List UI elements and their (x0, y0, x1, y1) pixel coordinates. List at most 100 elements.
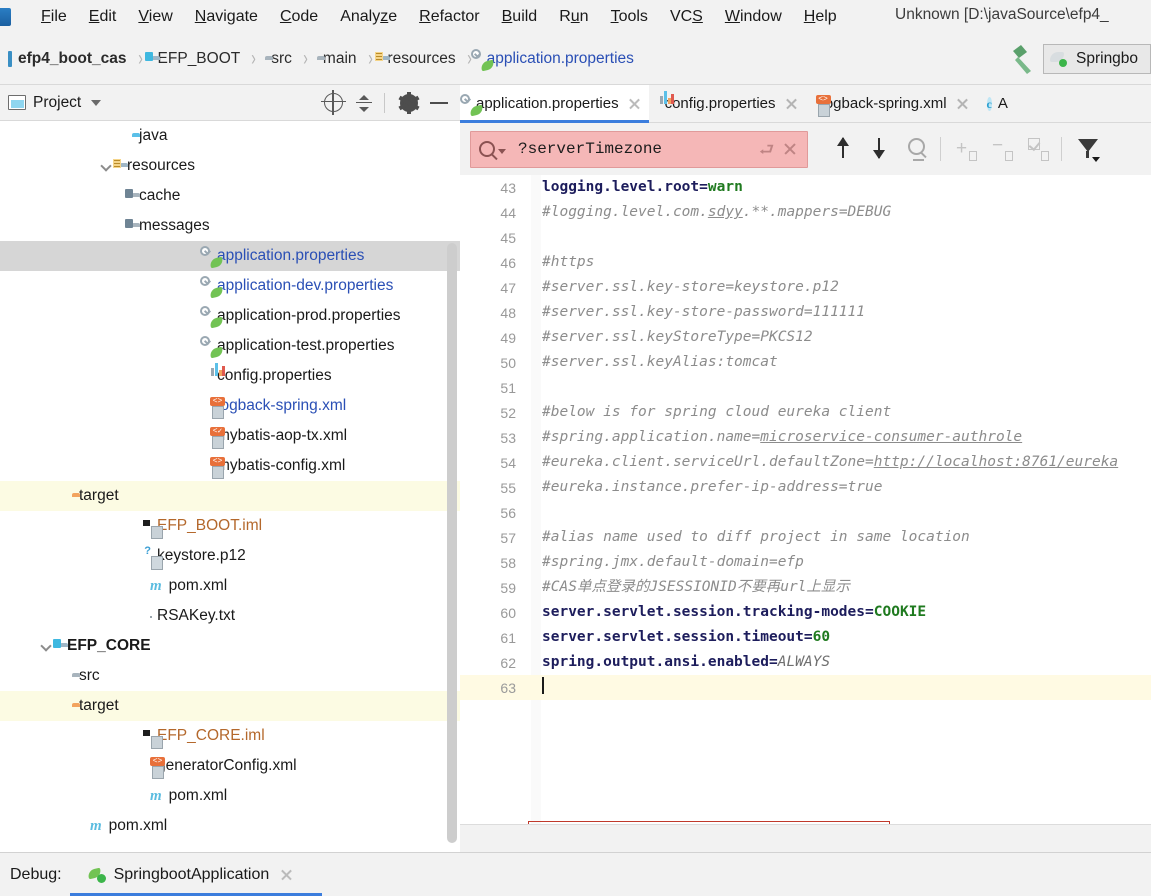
tree-item-target[interactable]: target (0, 481, 460, 511)
code-line[interactable]: 43logging.level.root=warn (460, 175, 1151, 200)
line-number: 46 (460, 255, 516, 271)
code-line[interactable]: 56 (460, 500, 1151, 525)
menu-run[interactable]: Run (548, 5, 599, 29)
close-icon[interactable] (279, 868, 293, 882)
code-line[interactable]: 49#server.ssl.keyStoreType=PKCS12 (460, 325, 1151, 350)
code-line[interactable]: 48#server.ssl.key-store-password=111111 (460, 300, 1151, 325)
breadcrumb-item-src[interactable]: src (265, 50, 292, 68)
menu-vcs[interactable]: VCS (659, 5, 714, 29)
tree-item-logback-spring-xml[interactable]: <>logback-spring.xml (0, 391, 460, 421)
code-line[interactable]: 44#logging.level.com.sdyy.**.mappers=DEB… (460, 200, 1151, 225)
find-previous-button[interactable] (828, 132, 862, 166)
tree-item-resources[interactable]: resources (0, 151, 460, 181)
code-line[interactable]: 50#server.ssl.keyAlias:tomcat (460, 350, 1151, 375)
menu-refactor[interactable]: Refactor (408, 5, 490, 29)
close-icon[interactable] (784, 97, 798, 111)
filter-button[interactable] (1070, 132, 1104, 166)
tree-item-mybatis-config-xml[interactable]: <>mybatis-config.xml (0, 451, 460, 481)
code-line[interactable]: 53#spring.application.name=microservice-… (460, 425, 1151, 450)
chevron-down-icon[interactable] (102, 161, 112, 171)
breadcrumb-item-main[interactable]: main (317, 50, 357, 68)
menu-analyze[interactable]: Analyze (329, 5, 408, 29)
code-line[interactable]: 57#alias name used to diff project in sa… (460, 525, 1151, 550)
code-line[interactable]: 59#CAS单点登录的JSESSIONID不要再url上显示 (460, 575, 1151, 600)
close-icon[interactable] (955, 97, 969, 111)
menu-help[interactable]: Help (793, 5, 848, 29)
code-line[interactable]: 58#spring.jmx.default-domain=efp (460, 550, 1151, 575)
tree-item-application-prod-properties[interactable]: application-prod.properties (0, 301, 460, 331)
menu-tools[interactable]: Tools (600, 5, 659, 29)
tree-item-generatorconfig-xml[interactable]: <>generatorConfig.xml (0, 751, 460, 781)
code-line[interactable]: 60server.servlet.session.tracking-modes=… (460, 600, 1151, 625)
find-input[interactable]: ?serverTimezone (518, 140, 757, 158)
menu-navigate[interactable]: Navigate (184, 5, 269, 29)
find-next-button[interactable] (864, 132, 898, 166)
editor-tab-a[interactable]: cA (977, 85, 1024, 122)
close-icon[interactable] (779, 138, 801, 160)
tree-item-efp-boot-iml[interactable]: EFP_BOOT.iml (0, 511, 460, 541)
code-line[interactable]: 45 (460, 225, 1151, 250)
chevron-down-icon[interactable] (91, 100, 101, 106)
settings-button[interactable] (396, 90, 422, 116)
tree-item-pom-xml[interactable]: mpom.xml (0, 571, 460, 601)
tree-item-keystore-p12[interactable]: ?keystore.p12 (0, 541, 460, 571)
breadcrumb-item-efp4-boot-cas[interactable]: efp4_boot_cas (8, 50, 127, 68)
hide-panel-button[interactable] (426, 90, 452, 116)
editor-tab-logback-spring-xml[interactable]: <>logback-spring.xml (806, 85, 977, 122)
add-selection-button[interactable]: + (949, 132, 983, 166)
tree-item-target[interactable]: target (0, 691, 460, 721)
code-line[interactable]: 47#server.ssl.key-store=keystore.p12 (460, 275, 1151, 300)
tree-spacer (192, 461, 202, 471)
code-line[interactable]: 51 (460, 375, 1151, 400)
run-configuration-selector[interactable]: Springbo (1043, 44, 1151, 74)
breadcrumb-item-efp-boot[interactable]: EFP_BOOT (152, 50, 241, 68)
chevron-down-icon[interactable] (42, 641, 52, 651)
collapse-all-button[interactable] (351, 90, 377, 116)
find-all-button[interactable] (900, 132, 934, 166)
chevron-down-icon[interactable] (498, 149, 506, 154)
menu-view[interactable]: View (127, 5, 183, 29)
select-all-occurrences-button[interactable] (1021, 132, 1055, 166)
tree-item-efp-core-iml[interactable]: EFP_CORE.iml (0, 721, 460, 751)
code-line[interactable]: 63 (460, 675, 1151, 700)
tree-item-application-dev-properties[interactable]: application-dev.properties (0, 271, 460, 301)
return-arrow-icon[interactable] (757, 138, 779, 160)
tree-item-pom-xml[interactable]: mpom.xml (0, 811, 460, 841)
menu-file[interactable]: File (30, 5, 78, 29)
tree-item-pom-xml[interactable]: mpom.xml (0, 781, 460, 811)
breadcrumb-item-resources[interactable]: resources (382, 50, 456, 68)
hammer-icon[interactable] (1001, 41, 1043, 77)
menu-edit[interactable]: Edit (78, 5, 128, 29)
project-tree[interactable]: javaresourcescachemessagesapplication.pr… (0, 121, 460, 852)
code-line[interactable]: 46#https (460, 250, 1151, 275)
code-line[interactable]: 55#eureka.instance.prefer-ip-address=tru… (460, 475, 1151, 500)
code-editor[interactable]: 43logging.level.root=warn44#logging.leve… (460, 175, 1151, 852)
editor-tab-application-properties[interactable]: application.properties (460, 85, 649, 122)
project-tree-scrollbar[interactable] (447, 243, 457, 843)
tree-item-messages[interactable]: messages (0, 211, 460, 241)
tree-item-config-properties[interactable]: config.properties (0, 361, 460, 391)
code-line[interactable]: 54#eureka.client.serviceUrl.defaultZone=… (460, 450, 1151, 475)
tree-item-mybatis-aop-tx-xml[interactable]: <✓mybatis-aop-tx.xml (0, 421, 460, 451)
tree-item-application-test-properties[interactable]: application-test.properties (0, 331, 460, 361)
remove-selection-button[interactable]: − (985, 132, 1019, 166)
code-line[interactable]: 52#below is for spring cloud eureka clie… (460, 400, 1151, 425)
code-line[interactable]: 61server.servlet.session.timeout=60 (460, 625, 1151, 650)
code-line[interactable]: 62spring.output.ansi.enabled=ALWAYS (460, 650, 1151, 675)
debug-session-tab[interactable]: SpringbootApplication (88, 866, 300, 884)
close-icon[interactable] (627, 97, 641, 111)
menu-window[interactable]: Window (714, 5, 793, 29)
tree-item-cache[interactable]: cache (0, 181, 460, 211)
menu-code[interactable]: Code (269, 5, 329, 29)
tree-item-rsakey-txt[interactable]: RSAKey.txt (0, 601, 460, 631)
editor-tab-config-properties[interactable]: config.properties (649, 85, 806, 122)
code-content[interactable]: 43logging.level.root=warn44#logging.leve… (460, 175, 1151, 852)
locate-in-tree-button[interactable] (321, 90, 347, 116)
find-input-container[interactable]: ?serverTimezone (470, 131, 808, 168)
menu-build[interactable]: Build (491, 5, 549, 29)
tree-item-src[interactable]: src (0, 661, 460, 691)
breadcrumb-item-application-properties[interactable]: application.properties (481, 50, 634, 68)
tree-item-efp-core[interactable]: EFP_CORE (0, 631, 460, 661)
tree-item-java[interactable]: java (0, 121, 460, 151)
tree-item-application-properties[interactable]: application.properties (0, 241, 460, 271)
